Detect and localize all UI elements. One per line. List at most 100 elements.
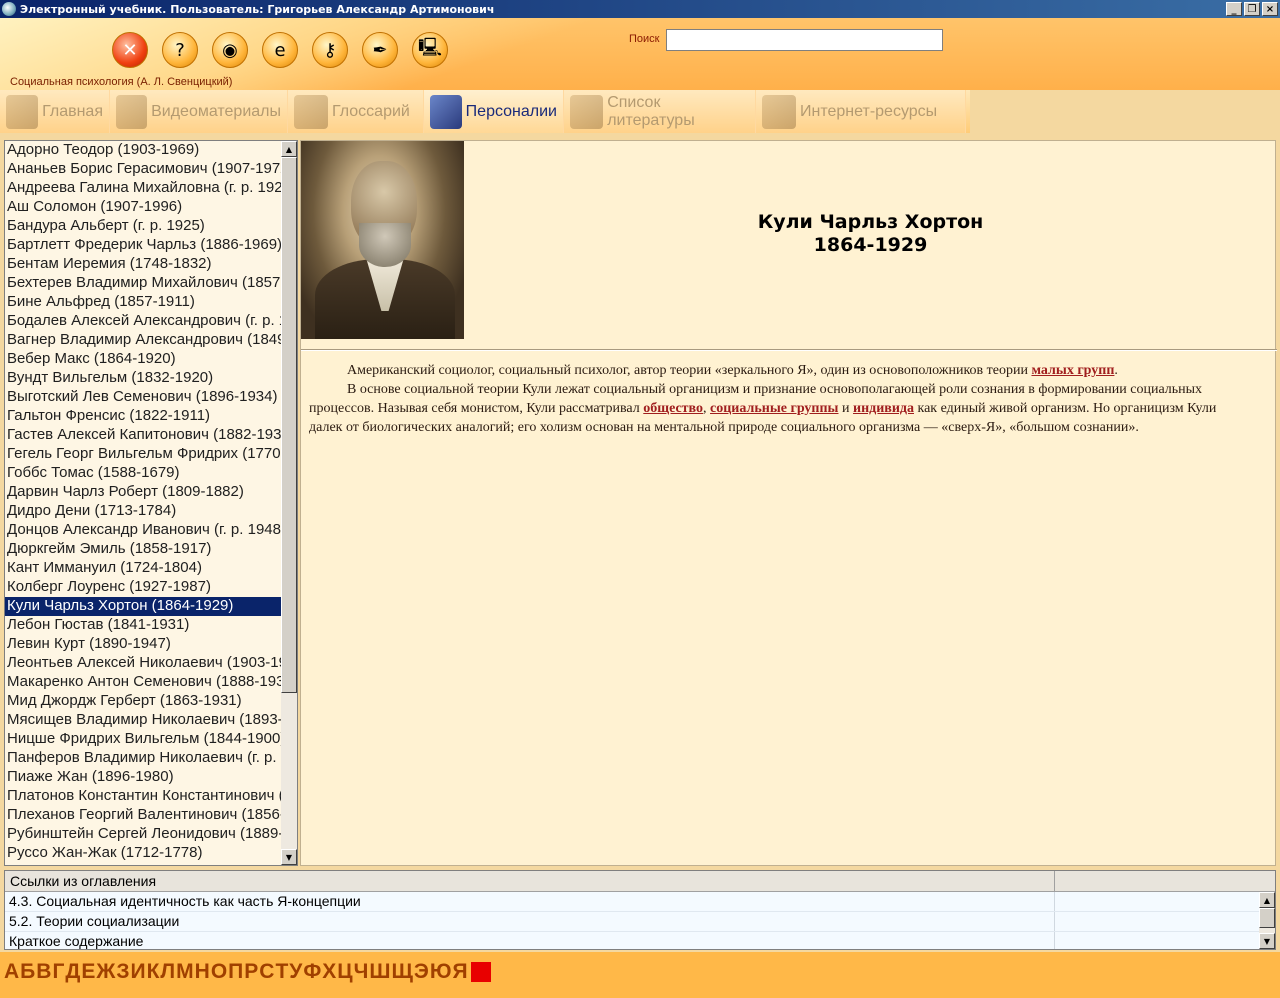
alphabet-letter[interactable]: Д — [65, 960, 80, 984]
person-list-item[interactable]: Дарвин Чарлз Роберт (1809-1882) — [5, 483, 281, 502]
alphabet-letter[interactable]: И — [130, 960, 145, 984]
tab-3[interactable]: Персоналии — [424, 90, 564, 133]
person-list-item[interactable]: Вебер Макс (1864-1920) — [5, 350, 281, 369]
alphabet-letter[interactable]: Ц — [337, 960, 352, 984]
alphabet-letter[interactable]: А — [4, 960, 19, 984]
person-list-item[interactable]: Кули Чарльз Хортон (1864-1929) — [5, 597, 281, 616]
tab-4[interactable]: Список литературы — [564, 90, 756, 133]
alphabet-marker-icon[interactable] — [470, 962, 491, 982]
person-list-item[interactable]: Гегель Георг Вильгельм Фридрих (1770-183… — [5, 445, 281, 464]
person-list-item[interactable]: Ананьев Борис Герасимович (1907-1972) — [5, 160, 281, 179]
glossary-link[interactable]: малых групп — [1031, 363, 1114, 378]
search-input[interactable] — [666, 29, 943, 51]
view-button[interactable]: ◉ — [212, 32, 248, 68]
person-list-item[interactable]: Бехтерев Владимир Михайлович (1857-1927) — [5, 274, 281, 293]
glossary-link[interactable]: социальные группы — [710, 401, 838, 416]
tab-1[interactable]: Видеоматериалы — [110, 90, 288, 133]
table-row[interactable]: 5.2. Теории социализации — [5, 912, 1275, 932]
person-list-item[interactable]: Руссо Жан-Жак (1712-1778) — [5, 844, 281, 863]
alphabet-letter[interactable]: З — [116, 960, 129, 984]
person-list-item[interactable]: Бине Альфред (1857-1911) — [5, 293, 281, 312]
person-list-item[interactable]: Панферов Владимир Николаевич (г. р. 1936… — [5, 749, 281, 768]
person-list-item[interactable]: Аш Соломон (1907-1996) — [5, 198, 281, 217]
alphabet-letter[interactable]: М — [176, 960, 194, 984]
alphabet-letter[interactable]: Р — [244, 960, 258, 984]
person-list-item[interactable]: Андреева Галина Михайловна (г. р. 1924) — [5, 179, 281, 198]
person-list-item[interactable]: Бартлетт Фредерик Чарльз (1886-1969) — [5, 236, 281, 255]
maximize-button[interactable]: ❐ — [1244, 2, 1260, 16]
table-row[interactable]: Краткое содержание — [5, 932, 1275, 949]
person-list-item[interactable]: Донцов Александр Иванович (г. р. 1948) — [5, 521, 281, 540]
alphabet-letter[interactable]: К — [147, 960, 160, 984]
exit-button[interactable]: ✕ — [112, 32, 148, 68]
alphabet-letter[interactable]: Л — [160, 960, 175, 984]
person-list-item[interactable]: Колберг Лоуренс (1927-1987) — [5, 578, 281, 597]
alphabet-letter[interactable]: О — [211, 960, 227, 984]
person-list-item[interactable]: Адорно Теодор (1903-1969) — [5, 141, 281, 160]
scroll-thumb[interactable] — [281, 157, 297, 693]
person-list-item[interactable]: Бандура Альберт (г. р. 1925) — [5, 217, 281, 236]
alphabet-letter[interactable]: Б — [20, 960, 35, 984]
person-list-item[interactable]: Вагнер Владимир Александрович (1849-1934… — [5, 331, 281, 350]
person-list-item[interactable]: Мясищев Владимир Николаевич (1893-1973) — [5, 711, 281, 730]
alphabet-letter[interactable]: Н — [195, 960, 210, 984]
person-list-item[interactable]: Пиаже Жан (1896-1980) — [5, 768, 281, 787]
person-list-item[interactable]: Гальтон Френсис (1822-1911) — [5, 407, 281, 426]
person-list-item[interactable]: Выготский Лев Семенович (1896-1934) — [5, 388, 281, 407]
links-scroll-up-icon[interactable]: ▲ — [1259, 892, 1275, 908]
network-button[interactable]: 🖳 — [412, 32, 448, 68]
person-list-item[interactable]: Платонов Константин Константинович (1906… — [5, 787, 281, 806]
person-list-item[interactable]: Дюркгейм Эмиль (1858-1917) — [5, 540, 281, 559]
person-list-item[interactable]: Гастев Алексей Капитонович (1882-1939) — [5, 426, 281, 445]
person-list-item[interactable]: Вундт Вильгельм (1832-1920) — [5, 369, 281, 388]
alphabet-letter[interactable]: Г — [52, 960, 64, 984]
close-button[interactable]: × — [1262, 2, 1278, 16]
tab-5[interactable]: Интернет-ресурсы — [756, 90, 966, 133]
list-scrollbar[interactable]: ▲ ▼ — [281, 141, 297, 865]
alphabet-letter[interactable]: П — [228, 960, 243, 984]
scroll-down-icon[interactable]: ▼ — [281, 849, 297, 865]
alphabet-letter[interactable]: Э — [414, 960, 429, 984]
links-scrollbar[interactable]: ▲ ▼ — [1259, 892, 1275, 949]
person-list-item[interactable]: Гоббс Томас (1588-1679) — [5, 464, 281, 483]
links-header-cell[interactable]: Ссылки из оглавления — [5, 871, 1055, 891]
tab-0[interactable]: Главная — [0, 90, 110, 133]
minimize-button[interactable]: _ — [1226, 2, 1242, 16]
pen-button[interactable]: ✒ — [362, 32, 398, 68]
alphabet-letter[interactable]: Ж — [96, 960, 115, 984]
person-list-item[interactable]: Ницше Фридрих Вильгельм (1844-1900) — [5, 730, 281, 749]
alphabet-letter[interactable]: Ч — [354, 960, 369, 984]
person-list-item[interactable]: Рубинштейн Сергей Леонидович (1889-1960) — [5, 825, 281, 844]
alphabet-letter[interactable]: Я — [453, 960, 468, 984]
person-list-item[interactable]: Плеханов Георгий Валентинович (1856-1918… — [5, 806, 281, 825]
alphabet-letter[interactable]: Х — [322, 960, 336, 984]
scroll-up-icon[interactable]: ▲ — [281, 141, 297, 157]
person-list-item[interactable]: Кант Иммануил (1724-1804) — [5, 559, 281, 578]
links-scroll-down-icon[interactable]: ▼ — [1259, 933, 1275, 949]
alphabet-letter[interactable]: У — [289, 960, 302, 984]
person-list-item[interactable]: Бентам Иеремия (1748-1832) — [5, 255, 281, 274]
alphabet-letter[interactable]: Т — [275, 960, 288, 984]
person-list-item[interactable]: Дидро Дени (1713-1784) — [5, 502, 281, 521]
browser-button[interactable]: e — [262, 32, 298, 68]
alphabet-letter[interactable]: В — [36, 960, 51, 984]
links-scroll-thumb[interactable] — [1259, 908, 1275, 928]
person-list-item[interactable]: Леонтьев Алексей Николаевич (1903-1979) — [5, 654, 281, 673]
tab-2[interactable]: Глоссарий — [288, 90, 424, 133]
alphabet-letter[interactable]: С — [259, 960, 274, 984]
alphabet-letter[interactable]: Щ — [392, 960, 413, 984]
alphabet-letter[interactable]: Ш — [369, 960, 390, 984]
table-row[interactable]: 4.3. Социальная идентичность как часть Я… — [5, 892, 1275, 912]
alphabet-letter[interactable]: Ф — [303, 960, 321, 984]
person-list-item[interactable]: Левин Курт (1890-1947) — [5, 635, 281, 654]
person-list-item[interactable]: Мид Джордж Герберт (1863-1931) — [5, 692, 281, 711]
glossary-link[interactable]: индивида — [853, 401, 914, 416]
person-list[interactable]: Адорно Теодор (1903-1969) Ананьев Борис Г… — [5, 141, 281, 865]
help-button[interactable]: ? — [162, 32, 198, 68]
person-list-item[interactable]: Бодалев Алексей Александрович (г. р. 192… — [5, 312, 281, 331]
key-button[interactable]: ⚷ — [312, 32, 348, 68]
glossary-link[interactable]: общество — [643, 401, 703, 416]
person-list-item[interactable]: Лебон Гюстав (1841-1931) — [5, 616, 281, 635]
alphabet-letter[interactable]: Ю — [430, 960, 452, 984]
alphabet-letter[interactable]: Е — [81, 960, 95, 984]
